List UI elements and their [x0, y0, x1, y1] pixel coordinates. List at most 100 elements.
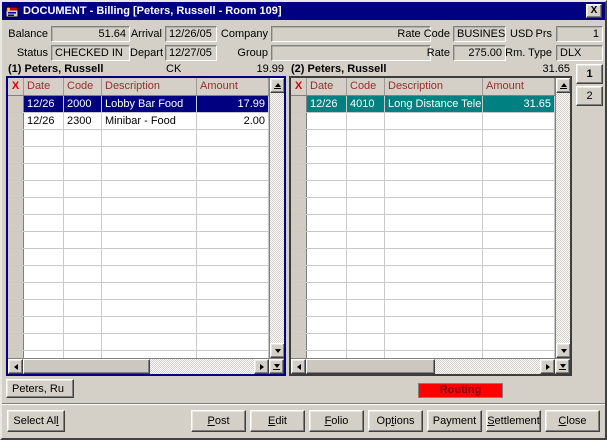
date-cell — [24, 283, 64, 299]
table-empty-row[interactable] — [8, 215, 269, 232]
description-cell — [385, 266, 483, 282]
scroll-right-button[interactable] — [254, 359, 269, 374]
balance-field[interactable]: 51.64 — [51, 26, 130, 42]
row-select-cell — [8, 249, 24, 265]
description-cell — [385, 283, 483, 299]
table-empty-row[interactable] — [291, 317, 555, 334]
scroll-right-button[interactable] — [540, 359, 555, 374]
table-empty-row[interactable] — [291, 113, 555, 130]
vertical-scrollbar[interactable] — [269, 78, 284, 358]
vertical-scroll-track[interactable] — [556, 93, 570, 343]
scroll-left-button[interactable] — [291, 359, 306, 374]
table-row[interactable]: 12/262300Minibar - Food2.00 — [8, 113, 269, 130]
description-cell: Long Distance Telephon — [385, 96, 483, 112]
table-empty-row[interactable] — [8, 181, 269, 198]
table-empty-row[interactable] — [8, 300, 269, 317]
row-select-cell — [291, 249, 307, 265]
scroll-down-button[interactable] — [270, 343, 284, 358]
table-empty-row[interactable] — [291, 181, 555, 198]
table-empty-row[interactable] — [291, 130, 555, 147]
settlement-button[interactable]: Settlement — [486, 410, 541, 432]
close-icon: X — [591, 6, 598, 16]
scroll-up-button[interactable] — [556, 78, 570, 93]
horizontal-scrollbar[interactable] — [8, 358, 284, 374]
horizontal-scroll-thumb[interactable] — [23, 359, 150, 374]
close-button[interactable]: X — [586, 4, 602, 18]
table-empty-row[interactable] — [8, 351, 269, 358]
code-cell — [347, 300, 385, 316]
payment-button[interactable]: Payment — [427, 410, 482, 432]
table-empty-row[interactable] — [8, 164, 269, 181]
table-empty-row[interactable] — [8, 334, 269, 351]
table-empty-row[interactable] — [291, 351, 555, 358]
table-empty-row[interactable] — [291, 164, 555, 181]
scroll-up-button[interactable] — [270, 78, 284, 93]
scroll-to-bottom-button[interactable] — [555, 359, 570, 374]
date-cell — [307, 300, 347, 316]
room-type-field[interactable]: DLX — [556, 45, 603, 61]
table-empty-row[interactable] — [291, 283, 555, 300]
row-select-cell — [291, 283, 307, 299]
amount-cell — [197, 164, 269, 180]
date-cell — [24, 334, 64, 350]
table-empty-row[interactable] — [291, 334, 555, 351]
scroll-down-button[interactable] — [556, 343, 570, 358]
table-empty-row[interactable] — [8, 317, 269, 334]
table-empty-row[interactable] — [291, 266, 555, 283]
row-select-cell — [291, 198, 307, 214]
table-empty-row[interactable] — [291, 249, 555, 266]
table-empty-row[interactable] — [8, 232, 269, 249]
table-empty-row[interactable] — [8, 130, 269, 147]
horizontal-scroll-thumb[interactable] — [306, 359, 435, 374]
routing-indicator[interactable]: Routing — [418, 383, 503, 398]
edit-button[interactable]: Edit — [250, 410, 305, 432]
code-cell — [64, 147, 102, 163]
arrival-field[interactable]: 12/26/05 — [165, 26, 217, 42]
page-button-2[interactable]: 2 — [576, 86, 603, 106]
table-empty-row[interactable] — [291, 300, 555, 317]
row-select-cell — [291, 215, 307, 231]
table-empty-row[interactable] — [8, 266, 269, 283]
options-button[interactable]: Options — [368, 410, 423, 432]
page-button-1[interactable]: 1 — [576, 64, 603, 84]
table-empty-row[interactable] — [291, 198, 555, 215]
table-empty-row[interactable] — [291, 232, 555, 249]
scroll-left-button[interactable] — [8, 359, 23, 374]
scroll-to-bottom-button[interactable] — [269, 359, 284, 374]
horizontal-scrollbar[interactable] — [291, 358, 570, 374]
left-arrow-icon — [14, 364, 18, 370]
column-header-description: Description — [385, 78, 483, 95]
guest-tab[interactable]: Peters, Ru — [6, 379, 74, 398]
table-row[interactable]: 12/262000Lobby Bar Food17.99 — [8, 96, 269, 113]
select-all-button[interactable]: Select All — [7, 410, 65, 432]
folio-button[interactable]: Folio — [309, 410, 364, 432]
vertical-scroll-track[interactable] — [270, 93, 284, 343]
table-empty-row[interactable] — [8, 283, 269, 300]
status-field[interactable]: CHECKED IN — [51, 45, 130, 61]
description-cell — [102, 215, 197, 231]
rate-code-field[interactable]: BUSINESS — [453, 26, 506, 42]
code-cell — [347, 113, 385, 129]
column-header-date: Date — [24, 78, 64, 95]
table-empty-row[interactable] — [291, 147, 555, 164]
amount-cell — [197, 283, 269, 299]
rate-field[interactable]: 275.00 — [453, 45, 506, 61]
table-empty-row[interactable] — [8, 249, 269, 266]
horizontal-scroll-track[interactable] — [306, 359, 540, 374]
depart-field[interactable]: 12/27/05 — [165, 45, 217, 61]
footer-divider — [2, 403, 605, 405]
horizontal-scroll-track[interactable] — [23, 359, 254, 374]
prs-field[interactable]: 1 — [556, 26, 603, 42]
date-cell — [24, 147, 64, 163]
vertical-scrollbar[interactable] — [555, 78, 570, 358]
post-button[interactable]: Post — [191, 410, 246, 432]
table-empty-row[interactable] — [291, 215, 555, 232]
table-empty-row[interactable] — [8, 198, 269, 215]
folio-1-header: (1) Peters, Russell CK 19.99 — [6, 62, 286, 76]
table-row[interactable]: 12/264010Long Distance Telephon31.65 — [291, 96, 555, 113]
close-button[interactable]: Close — [545, 410, 600, 432]
amount-cell — [483, 283, 555, 299]
amount-cell — [483, 249, 555, 265]
column-header-date: Date — [307, 78, 347, 95]
table-empty-row[interactable] — [8, 147, 269, 164]
